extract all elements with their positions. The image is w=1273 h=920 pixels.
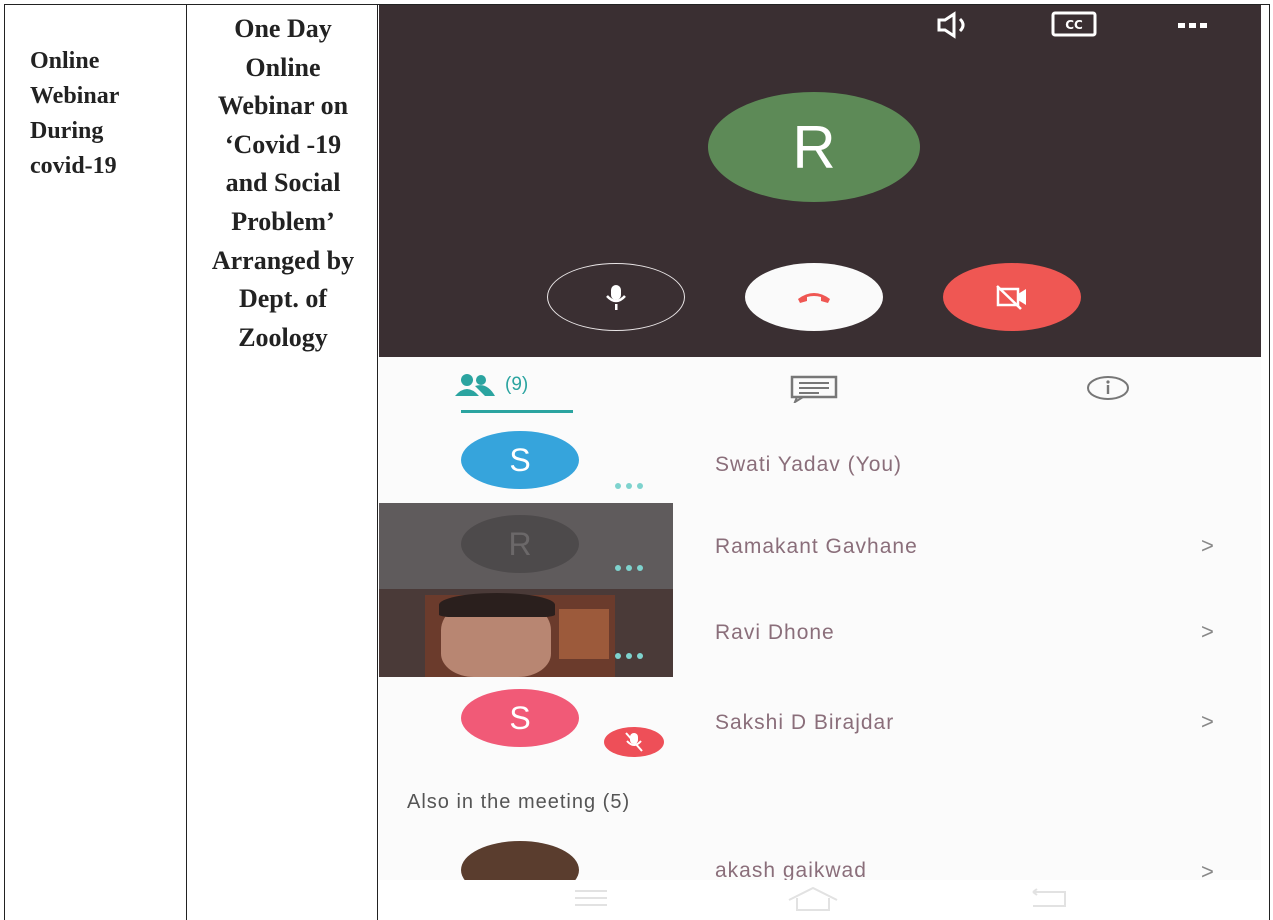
participant-row[interactable]: S Swati Yadav (You) — [379, 417, 1261, 503]
tab-participants[interactable]: (9) — [453, 373, 528, 397]
microphone-icon — [606, 285, 626, 310]
menu-icon[interactable] — [571, 888, 611, 908]
tab-chat[interactable] — [789, 375, 839, 408]
meeting-tabs: (9) — [379, 357, 1261, 417]
active-tab-indicator — [461, 410, 573, 413]
hang-up-button[interactable] — [745, 263, 883, 331]
meeting-screenshot: CC R (9) S Swati Yadav (You) R Ramakant … — [379, 5, 1261, 918]
chevron-right-icon: > — [1201, 619, 1214, 644]
back-icon[interactable] — [1027, 888, 1071, 910]
more-dots-icon — [615, 483, 643, 489]
microphone-button[interactable] — [547, 263, 685, 331]
svg-text:CC: CC — [1065, 18, 1083, 32]
participant-name: Swati Yadav (You) — [715, 453, 903, 476]
tab-info[interactable] — [1085, 374, 1131, 407]
participant-avatar: S — [461, 431, 579, 489]
camera-off-icon — [996, 285, 1026, 310]
people-icon — [455, 374, 495, 396]
chevron-right-icon: > — [1201, 533, 1214, 558]
table-border-left — [4, 4, 5, 920]
participants-count: (9) — [505, 374, 529, 395]
participant-row[interactable]: S Sakshi D Birajdar > — [379, 675, 1261, 761]
participant-name: Sakshi D Birajdar — [715, 711, 895, 734]
info-icon — [1087, 376, 1129, 400]
also-in-meeting-header: Also in the meeting (5) — [407, 791, 631, 813]
speaker-icon[interactable] — [934, 11, 974, 44]
participant-row[interactable]: Ramakant Gavhane > — [379, 503, 1261, 589]
table-border-col1 — [186, 4, 187, 920]
table-border-col2 — [377, 4, 378, 920]
closed-captions-icon[interactable]: CC — [1051, 11, 1097, 42]
video-area: CC R — [379, 5, 1261, 357]
camera-off-button[interactable] — [943, 263, 1081, 331]
participant-name: Ravi Dhone — [715, 621, 835, 644]
table-border-right — [1269, 4, 1270, 920]
main-participant-avatar: R — [708, 92, 920, 202]
participant-avatar: S — [461, 689, 579, 747]
participant-name: Ramakant Gavhane — [715, 535, 918, 558]
muted-mic-icon — [625, 732, 643, 752]
event-type-cell: Online Webinar During covid-19 — [30, 48, 119, 179]
hang-up-icon — [798, 293, 830, 303]
chevron-right-icon: > — [1201, 709, 1214, 734]
chat-icon — [790, 375, 838, 405]
more-options-icon[interactable] — [1176, 11, 1210, 36]
home-icon[interactable] — [785, 884, 841, 912]
event-title-cell: One Day Online Webinar on ‘Covid -19 and… — [211, 14, 355, 352]
android-nav-bar — [379, 880, 1261, 918]
muted-mic-badge — [604, 727, 664, 757]
participant-row[interactable]: Ravi Dhone > — [379, 589, 1261, 675]
